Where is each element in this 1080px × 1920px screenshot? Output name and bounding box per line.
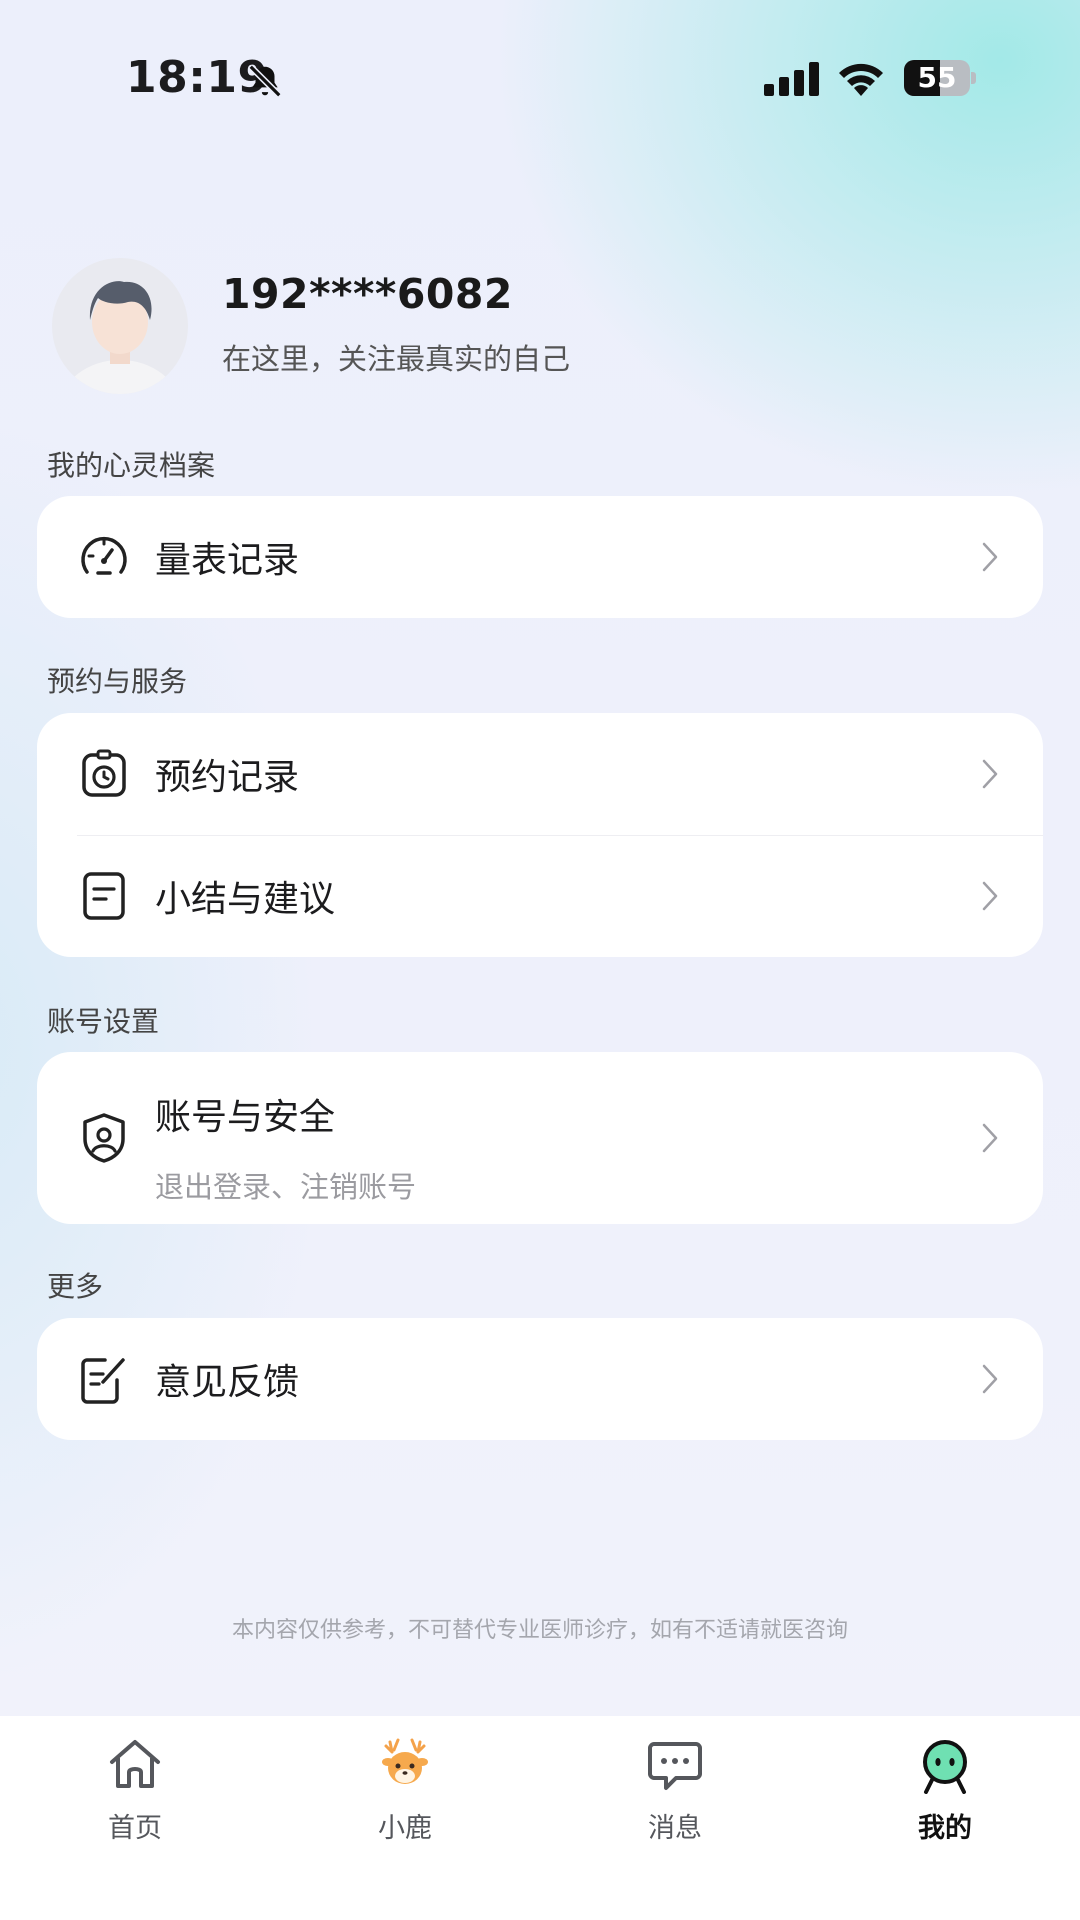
tab-deer[interactable]: 小鹿 — [270, 1716, 540, 1920]
section-title-more: 更多 — [47, 1270, 104, 1303]
divider — [77, 835, 1043, 836]
chevron-right-icon — [982, 759, 998, 789]
menu-item-account-security[interactable]: 账号与安全 退出登录、注销账号 — [37, 1052, 1043, 1224]
battery-indicator: 55 — [904, 60, 976, 96]
avatar-illustration-icon — [62, 281, 178, 394]
tab-mine[interactable]: 我的 — [810, 1716, 1080, 1920]
menu-item-label: 预约记录 — [155, 757, 300, 798]
menu-item-scale-records[interactable]: 量表记录 — [37, 496, 1043, 618]
menu-item-label: 小结与建议 — [155, 879, 336, 920]
menu-item-appointment-records[interactable]: 预约记录 — [37, 713, 1043, 835]
card-appointments: 预约记录 小结与建议 — [37, 713, 1043, 957]
avatar[interactable] — [52, 258, 188, 394]
section-title-mind-archive: 我的心灵档案 — [47, 449, 216, 482]
menu-item-summary-advice[interactable]: 小结与建议 — [37, 835, 1043, 957]
tab-bar: 首页 小鹿 消息 我的 — [0, 1716, 1080, 1920]
chevron-right-icon — [982, 1123, 998, 1153]
document-icon — [83, 872, 125, 920]
tab-label: 我的 — [918, 1813, 972, 1844]
feedback-edit-icon — [81, 1358, 125, 1404]
deer-mascot-icon — [382, 1738, 428, 1784]
tab-messages[interactable]: 消息 — [540, 1716, 810, 1920]
battery-percent: 55 — [917, 61, 957, 94]
signal-icon — [764, 62, 819, 96]
home-icon — [110, 1740, 160, 1788]
tab-home[interactable]: 首页 — [0, 1716, 270, 1920]
menu-item-label: 量表记录 — [155, 540, 300, 581]
profile-phone: 192****6082 — [222, 270, 513, 318]
status-bar: 18:19 55 — [0, 0, 1080, 160]
bell-muted-icon — [248, 64, 282, 98]
message-icon — [648, 1742, 702, 1790]
chevron-right-icon — [982, 542, 998, 572]
tab-label: 消息 — [648, 1813, 702, 1844]
chevron-right-icon — [982, 881, 998, 911]
shield-user-icon — [83, 1113, 125, 1163]
tab-label: 首页 — [108, 1813, 162, 1844]
card-mind-archive: 量表记录 — [37, 496, 1043, 618]
chevron-right-icon — [982, 1364, 998, 1394]
gauge-icon — [81, 537, 127, 575]
menu-item-feedback[interactable]: 意见反馈 — [37, 1318, 1043, 1440]
card-account: 账号与安全 退出登录、注销账号 — [37, 1052, 1043, 1224]
disclaimer-text: 本内容仅供参考，不可替代专业医师诊疗，如有不适请就医咨询 — [231, 1618, 848, 1643]
card-more: 意见反馈 — [37, 1318, 1043, 1440]
profile-mascot-icon — [923, 1740, 967, 1794]
profile-motto: 在这里，关注最真实的自己 — [222, 342, 571, 376]
menu-item-sublabel: 退出登录、注销账号 — [155, 1170, 417, 1204]
menu-item-label: 账号与安全 — [155, 1097, 336, 1138]
appointment-timer-icon — [82, 749, 126, 797]
section-title-appointments: 预约与服务 — [47, 665, 188, 698]
menu-item-label: 意见反馈 — [155, 1362, 300, 1403]
section-title-account: 账号设置 — [47, 1005, 160, 1038]
tab-label: 小鹿 — [378, 1813, 432, 1844]
wifi-icon — [839, 63, 883, 96]
